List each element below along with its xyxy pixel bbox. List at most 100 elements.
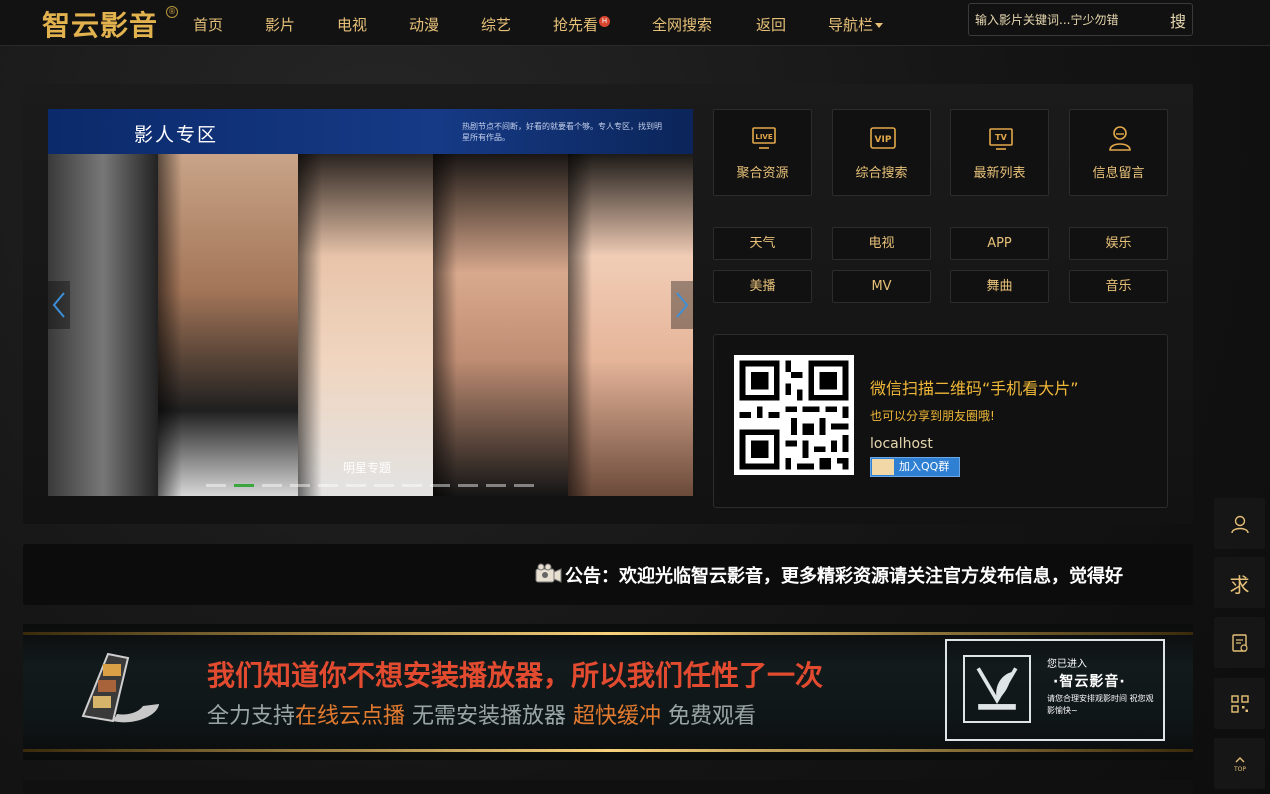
chip-weather[interactable]: 天气 [713, 227, 812, 260]
nav-variety[interactable]: 综艺 [481, 14, 511, 35]
back-to-top-icon: TOP [1233, 757, 1246, 773]
promo-banner[interactable]: 我们知道你不想安装播放器，所以我们任性了一次 全力支持在线云点播 无需安装播放器… [23, 624, 1193, 760]
banner-highlight: 在线云点播 [295, 704, 406, 729]
next-section-edge [23, 780, 1193, 794]
request-label: 求 [1229, 573, 1250, 597]
nav-dropdown[interactable]: 导航栏 [828, 14, 884, 35]
carousel-dot[interactable] [458, 484, 478, 487]
tile-message-board[interactable]: 信息留言 [1069, 109, 1168, 196]
nav-home[interactable]: 首页 [193, 14, 223, 35]
banner-welcome-box: 您已进入 ·智云影音· 请您合理安排观影时间 祝您观影愉快~ [945, 639, 1165, 741]
carousel-caption: 明星专题 [343, 461, 392, 475]
carousel-title: 影人专区 [134, 124, 219, 146]
tile-label: 综合搜索 [855, 166, 908, 181]
nav-back[interactable]: 返回 [756, 14, 786, 35]
svg-text:TV: TV [995, 133, 1007, 142]
live-tv-icon: LIVE [752, 127, 776, 149]
strip-shadow [433, 154, 457, 496]
chip-music[interactable]: 音乐 [1069, 270, 1168, 303]
search-box: 搜 [968, 3, 1193, 36]
banner-part: 全力支持 [207, 704, 296, 729]
film-strip-icon [81, 652, 159, 723]
nav-all-search[interactable]: 全网搜索 [652, 14, 712, 35]
qr-host: localhost [870, 436, 933, 452]
carousel-dot[interactable] [514, 484, 534, 487]
top-header: 智云影音 ® 首页 影片 电视 动漫 综艺 抢先看H 全网搜索 返回 导航栏 搜 [0, 0, 1270, 46]
registered-mark-icon: ® [166, 6, 178, 18]
carousel-title-bar: 影人专区 热剧节点不间断，好看的就要看个够。专人专区，找到明星所有作品。 [48, 109, 693, 154]
join-qq-group-button[interactable]: 加入QQ群 [870, 457, 960, 477]
document-icon [1232, 634, 1248, 652]
carousel-dot[interactable] [234, 484, 254, 487]
chevron-left-icon [52, 292, 65, 318]
carousel-prev-button[interactable] [48, 281, 70, 329]
svg-text:VIP: VIP [875, 135, 892, 145]
carousel-dot[interactable] [206, 484, 226, 487]
welcome-line-3: 请您合理安排观影时间 祝您观影愉快~ [1047, 694, 1154, 715]
site-logo[interactable]: 智云影音 [42, 4, 158, 44]
announcement-bar: 公告：欢迎光临智云影音，更多精彩资源请关注官方发布信息，觉得好 [23, 544, 1193, 605]
carousel-dot[interactable] [262, 484, 282, 487]
tile-label: 最新列表 [973, 166, 1026, 181]
banner-subline: 全力支持在线云点播 无需安装播放器 超快缓冲 免费观看 [207, 698, 756, 730]
carousel[interactable]: 影人专区 热剧节点不间断，好看的就要看个够。专人专区，找到明星所有作品。 明星专… [48, 109, 693, 496]
tile-aggregate-resources[interactable]: LIVE 聚合资源 [713, 109, 812, 196]
carousel-dot[interactable] [486, 484, 506, 487]
side-document-button[interactable] [1214, 617, 1265, 668]
nav-movies[interactable]: 影片 [265, 14, 295, 35]
user-icon [1231, 515, 1249, 534]
gold-divider [23, 632, 1193, 635]
brand-leaf-logo [963, 655, 1031, 723]
chip-dance-music[interactable]: 舞曲 [950, 270, 1049, 303]
caret-down-icon [875, 23, 884, 28]
tile-label: 聚合资源 [736, 166, 789, 181]
strip-shadow [568, 154, 592, 496]
strip-shadow [158, 154, 182, 496]
tile-latest-list[interactable]: TV 最新列表 [950, 109, 1049, 196]
qr-panel: 微信扫描二维码“手机看大片” 也可以分享到朋友圈哦! localhost 加入Q… [713, 334, 1168, 508]
chip-tv[interactable]: 电视 [832, 227, 931, 260]
camera-icon [535, 563, 562, 583]
strip-shadow [298, 154, 322, 496]
qr-subtitle: 也可以分享到朋友圈哦! [870, 409, 995, 423]
vip-icon: VIP [870, 127, 896, 149]
tv-icon: TV [989, 128, 1013, 150]
hot-badge: H [599, 16, 611, 27]
side-request-button[interactable]: 求 [1214, 557, 1265, 608]
carousel-subtitle: 热剧节点不间断，好看的就要看个够。专人专区，找到明星所有作品。 [462, 122, 662, 142]
welcome-line-1: 您已进入 [1047, 659, 1087, 670]
banner-highlight: 超快缓冲 [573, 704, 662, 729]
chevron-right-icon [676, 292, 689, 318]
user-icon [1109, 126, 1131, 151]
back-to-top-button[interactable]: TOP [1214, 738, 1265, 789]
qq-group-icon [872, 459, 894, 475]
tile-combined-search[interactable]: VIP 综合搜索 [832, 109, 931, 196]
chip-live-beauty[interactable]: 美播 [713, 270, 812, 303]
carousel-next-button[interactable] [671, 281, 693, 329]
gold-divider [23, 749, 1193, 752]
welcome-line-2: ·智云影音· [1053, 674, 1126, 690]
nav-preview[interactable]: 抢先看 H [553, 14, 611, 35]
chip-app[interactable]: APP [950, 227, 1049, 260]
nav-preview-label: 抢先看 [553, 16, 599, 34]
carousel-dot[interactable] [346, 484, 366, 487]
search-input[interactable] [975, 9, 1155, 31]
nav-tv[interactable]: 电视 [337, 14, 367, 35]
banner-part: 免费观看 [661, 704, 757, 729]
side-user-button[interactable] [1214, 498, 1265, 549]
side-qrcode-button[interactable] [1214, 678, 1265, 729]
join-qq-group-label: 加入QQ群 [899, 460, 950, 473]
tile-label: 信息留言 [1092, 166, 1145, 181]
search-button[interactable]: 搜 [1170, 8, 1186, 32]
nav-anime[interactable]: 动漫 [409, 14, 439, 35]
chip-entertainment[interactable]: 娱乐 [1069, 227, 1168, 260]
carousel-dot[interactable] [430, 484, 450, 487]
nav-dropdown-label: 导航栏 [828, 16, 874, 34]
chip-mv[interactable]: MV [832, 270, 931, 303]
carousel-dot[interactable] [374, 484, 394, 487]
carousel-dot[interactable] [402, 484, 422, 487]
back-to-top-label: TOP [1233, 766, 1246, 773]
announcement-text: 公告：欢迎光临智云影音，更多精彩资源请关注官方发布信息，觉得好 [565, 566, 1123, 587]
carousel-dot[interactable] [318, 484, 338, 487]
carousel-dot[interactable] [290, 484, 310, 487]
